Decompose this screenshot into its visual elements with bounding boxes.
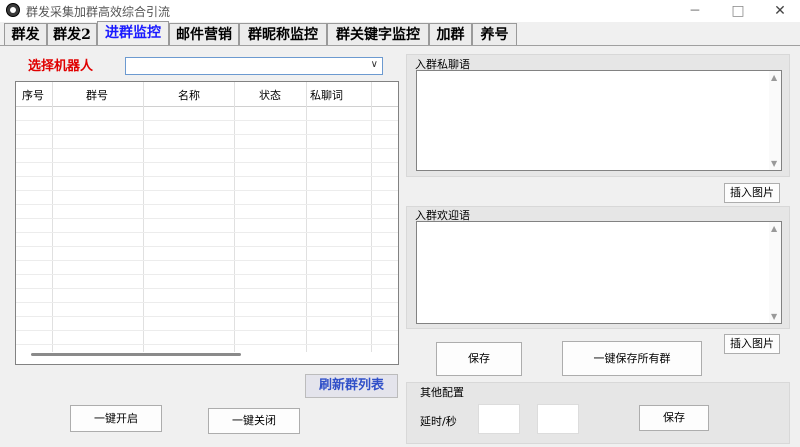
grid-line — [16, 120, 398, 121]
grid-line — [16, 134, 398, 135]
tab-join-group[interactable]: 加群 — [429, 23, 472, 45]
private-msg-textarea[interactable]: ▲ ▼ — [416, 70, 782, 171]
start-all-button[interactable]: 一键开启 — [70, 405, 162, 432]
grid-line — [52, 82, 53, 352]
insert-image-button-welcome[interactable]: 插入图片 — [724, 334, 780, 354]
save-all-groups-button[interactable]: 一键保存所有群 — [562, 341, 702, 376]
tab-join-monitor[interactable]: 进群监控 — [97, 21, 169, 46]
tab-keyword-monitor[interactable]: 群关键字监控 — [327, 23, 429, 45]
grid-line — [16, 344, 398, 345]
grid-line — [16, 204, 398, 205]
column-header-index: 序号 — [22, 89, 44, 102]
scroll-up-icon[interactable]: ▲ — [771, 224, 777, 233]
tab-email-marketing[interactable]: 邮件营销 — [169, 23, 239, 45]
grid-line — [306, 82, 307, 352]
vertical-scrollbar[interactable]: ▲ ▼ — [769, 222, 781, 323]
column-header-private-msg: 私聊词 — [310, 89, 343, 102]
insert-image-button-private[interactable]: 插入图片 — [724, 183, 780, 203]
delay-max-input[interactable] — [537, 404, 579, 434]
grid-line — [143, 82, 144, 352]
grid-line — [16, 232, 398, 233]
scroll-down-icon[interactable]: ▼ — [771, 159, 777, 168]
delay-label: 延时/秒 — [420, 415, 457, 428]
tab-raise-account[interactable]: 养号 — [472, 23, 517, 45]
scroll-down-icon[interactable]: ▼ — [771, 312, 777, 321]
grid-line — [16, 190, 398, 191]
table-header: 序号 群号 名称 状态 私聊词 — [16, 82, 398, 107]
tab-qunfa[interactable]: 群发 — [4, 23, 47, 45]
group-table[interactable]: 序号 群号 名称 状态 私聊词 — [15, 81, 399, 365]
grid-line — [16, 274, 398, 275]
scroll-up-icon[interactable]: ▲ — [771, 73, 777, 82]
delay-min-input[interactable] — [478, 404, 520, 434]
app-icon — [6, 3, 20, 17]
save-button[interactable]: 保存 — [436, 342, 522, 376]
robot-select[interactable]: ∨ — [125, 57, 383, 75]
refresh-group-list-button[interactable]: 刷新群列表 — [305, 374, 398, 398]
welcome-msg-textarea[interactable]: ▲ ▼ — [416, 221, 782, 324]
grid-line — [16, 260, 398, 261]
horizontal-scrollbar[interactable] — [31, 353, 241, 356]
close-all-button[interactable]: 一键关闭 — [208, 408, 300, 434]
config-save-button[interactable]: 保存 — [639, 405, 709, 431]
window-title: 群发采集加群高效综合引流 — [26, 5, 171, 19]
tab-nickname-monitor[interactable]: 群昵称监控 — [239, 23, 327, 45]
grid-line — [371, 82, 372, 352]
other-config-label: 其他配置 — [420, 386, 464, 399]
vertical-scrollbar[interactable]: ▲ ▼ — [769, 71, 781, 170]
chevron-down-icon: ∨ — [370, 59, 378, 70]
column-header-name: 名称 — [178, 89, 200, 102]
minimize-button[interactable]: ─ — [677, 0, 713, 22]
robot-label: 选择机器人 — [28, 59, 94, 74]
maximize-button[interactable]: □ — [720, 0, 756, 22]
grid-line — [234, 82, 235, 352]
grid-line — [16, 330, 398, 331]
grid-line — [16, 246, 398, 247]
grid-line — [16, 176, 398, 177]
tab-divider — [0, 45, 800, 46]
grid-line — [16, 302, 398, 303]
tab-qunfa2[interactable]: 群发2 — [47, 23, 97, 45]
grid-line — [16, 288, 398, 289]
grid-line — [16, 218, 398, 219]
column-header-status: 状态 — [259, 89, 281, 102]
grid-line — [16, 316, 398, 317]
close-button[interactable]: ✕ — [762, 0, 798, 22]
column-header-group-id: 群号 — [86, 89, 108, 102]
grid-line — [16, 148, 398, 149]
grid-line — [16, 162, 398, 163]
